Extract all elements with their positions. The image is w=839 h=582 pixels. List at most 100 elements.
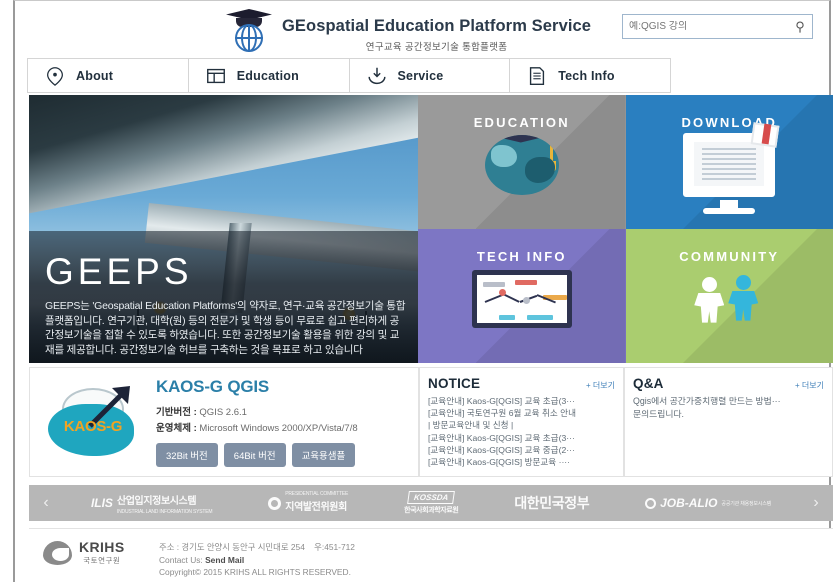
krihs-org-name: KRIHS [79, 539, 125, 555]
ilis-logo-icon: ILIS [90, 496, 113, 510]
chevron-left-icon[interactable]: ‹ [29, 494, 63, 512]
tile-education[interactable]: EDUCATION [418, 95, 626, 229]
location-pin-icon [44, 65, 66, 87]
bridge-photo-deck [29, 95, 418, 215]
qa-more-link[interactable]: + 더보기 [795, 380, 824, 391]
kaos-os-row: 운영체제 : Microsoft Windows 2000/XP/Vista/7… [156, 420, 358, 434]
kaos-download-buttons: 32Bit 버전 64Bit 버전 교육용샘플 [156, 443, 358, 467]
brand-text-block: GEospatial Education Platform Service 연구… [282, 5, 591, 53]
download-32bit-button[interactable]: 32Bit 버전 [156, 443, 218, 467]
kaos-os-value: Microsoft Windows 2000/XP/Vista/7/8 [199, 423, 358, 434]
hero-text-block: GEEPS GEEPS는 'Geospatial Education Platf… [45, 253, 408, 357]
download-sample-button[interactable]: 교육용샘플 [291, 443, 356, 467]
search-box[interactable]: ⚲ [622, 14, 813, 39]
partner-sub-regional: PRESIDENTIAL COMMITTEE [285, 491, 349, 497]
nav-label-tech-info: Tech Info [558, 68, 615, 83]
nav-item-education[interactable]: Education [189, 59, 350, 92]
middle-panels: KAOS-G KAOS-G QGIS 기반버전 : QGIS 2.6.1 운영체… [29, 367, 833, 477]
footer-contact-row: Contact Us: Send Mail [159, 554, 355, 567]
job-alio-logo-icon [645, 497, 657, 509]
tile-download[interactable]: DOWNLOAD [625, 95, 833, 229]
site-footer: KRIHS 국토연구원 주소 : 경기도 안양시 동안구 시민대로 254 우:… [29, 528, 833, 582]
tile-label-tech-info: TECH INFO [476, 249, 567, 264]
search-input[interactable] [623, 21, 788, 32]
partner-logo-list: ILIS 산업입지정보시스템 INDUSTRIAL LAND INFORMATI… [63, 491, 799, 515]
nav-label-about: About [76, 68, 114, 83]
kaos-base-version-value: QGIS 2.6.1 [199, 407, 247, 418]
page-root: GEospatial Education Platform Service 연구… [0, 0, 839, 582]
nav-label-education: Education [236, 68, 299, 83]
hero-description: GEEPS는 'Geospatial Education Platforms'의… [45, 300, 406, 356]
footer-copyright: Copyright© 2015 KRIHS ALL RIGHTS RESERVE… [159, 567, 351, 577]
kaos-os-label: 운영체제 : [156, 423, 197, 434]
list-item[interactable]: [교육안내] Kaos-G[QGIS] 교육 초급(3··· [428, 395, 615, 407]
kaos-g-panel: KAOS-G KAOS-G QGIS 기반버전 : QGIS 2.6.1 운영체… [29, 367, 419, 477]
tile-label-community: COMMUNITY [679, 249, 780, 264]
partner-kossda[interactable]: KOSSDA 한국사회과학자료원 [404, 491, 459, 515]
list-item[interactable]: [교육안내] Kaos-G[QGIS] 교육 초급(3··· [428, 432, 615, 444]
qa-item-line1[interactable]: Qgis에서 공간가중치행렬 만드는 방법··· [633, 395, 824, 408]
notice-more-link[interactable]: + 더보기 [586, 380, 615, 391]
nav-item-service[interactable]: Service [350, 59, 511, 92]
site-subtitle: 연구교육 공간정보기술 통합플랫폼 [365, 42, 508, 53]
krihs-text: KRIHS 국토연구원 [79, 539, 125, 566]
footer-zip: 우:451-712 [314, 542, 355, 552]
notice-list: [교육안내] Kaos-G[QGIS] 교육 초급(3··· [교육안내] 국토… [428, 395, 615, 468]
search-icon[interactable]: ⚲ [788, 15, 812, 38]
list-item[interactable]: | 방문교육안내 및 신청 | [428, 419, 615, 431]
chart-board-icon [471, 269, 572, 328]
kaos-base-version-label: 기반버전 : [156, 407, 197, 418]
monitor-document-icon [683, 121, 780, 214]
footer-address-label: 주소 : [159, 542, 180, 552]
layout-grid-icon [205, 65, 227, 87]
hero-and-tiles-band: GEEPS GEEPS는 'Geospatial Education Platf… [29, 95, 833, 363]
list-item[interactable]: [교육안내] Kaos-G[QGIS] 방문교육 ···· [428, 456, 615, 468]
partner-ilis[interactable]: ILIS 산업입지정보시스템 INDUSTRIAL LAND INFORMATI… [90, 491, 213, 515]
krihs-logo-block: KRIHS 국토연구원 [29, 539, 159, 566]
tile-tech-info[interactable]: TECH INFO [418, 229, 626, 363]
footer-address-row: 주소 : 경기도 안양시 동안구 시민대로 254 우:451-712 [159, 541, 355, 554]
partner-korea-government[interactable]: 대한민국정부 [514, 493, 589, 513]
download-64bit-button[interactable]: 64Bit 버전 [223, 443, 286, 467]
partner-name-ilis: 산업입지정보시스템 [116, 496, 197, 507]
partner-sub-job-alio: 공공기관 채용정보시스템 [721, 500, 772, 507]
krihs-logo-icon [43, 540, 72, 565]
graduation-cap-globe-icon [220, 5, 278, 53]
krihs-org-sub: 국토연구원 [83, 556, 121, 565]
nav-item-tech-info[interactable]: Tech Info [510, 59, 670, 92]
hero-title: GEEPS [45, 251, 193, 292]
partner-job-alio[interactable]: JOB-ALIO 공공기관 채용정보시스템 [645, 496, 771, 510]
qa-header: Q&A + 더보기 [633, 376, 824, 391]
partner-name-regional: 지역발전위원회 [285, 502, 347, 513]
chevron-right-icon[interactable]: › [799, 494, 833, 512]
two-people-icon [694, 274, 764, 323]
partner-logo-carousel: ‹ ILIS 산업입지정보시스템 INDUSTRIAL LAND INFORMA… [29, 485, 833, 521]
qa-item-line2[interactable]: 문의드립니다. [633, 408, 824, 421]
list-item[interactable]: [교육안내] Kaos-G[QGIS] 교육 중급(2··· [428, 444, 615, 456]
kaos-base-version-row: 기반버전 : QGIS 2.6.1 [156, 404, 358, 418]
browser-window-frame: GEospatial Education Platform Service 연구… [13, 0, 833, 582]
korea-government-logo-icon: 대한민국정부 [514, 495, 590, 511]
qa-title: Q&A [633, 376, 664, 391]
partner-regional-development[interactable]: PRESIDENTIAL COMMITTEE 지역발전위원회 [268, 491, 348, 515]
footer-send-mail-link[interactable]: Send Mail [205, 555, 244, 565]
kossda-logo-icon: KOSSDA [407, 491, 456, 504]
notice-title: NOTICE [428, 376, 481, 391]
kaos-info-block: KAOS-G QGIS 기반버전 : QGIS 2.6.1 운영체제 : Mic… [152, 377, 358, 467]
nav-label-service: Service [397, 68, 444, 83]
tile-community[interactable]: COMMUNITY [625, 229, 833, 363]
globe-graduation-cap-icon [484, 134, 559, 195]
regional-development-logo-icon [268, 496, 282, 510]
list-item[interactable]: [교육안내] 국토연구원 6월 교육 취소 안내 [428, 407, 615, 419]
document-icon [526, 65, 548, 87]
site-brand[interactable]: GEospatial Education Platform Service 연구… [220, 5, 591, 53]
partner-sub-ilis: INDUSTRIAL LAND INFORMATION SYSTEM [116, 509, 213, 515]
quick-link-tiles: EDUCATION DOWNLOAD TECH INFO COMMUNITY [418, 95, 833, 363]
download-tray-icon [366, 65, 388, 87]
notice-header: NOTICE + 더보기 [428, 376, 615, 391]
site-header: GEospatial Education Platform Service 연구… [15, 1, 829, 55]
nav-item-about[interactable]: About [28, 59, 189, 92]
footer-info: 주소 : 경기도 안양시 동안구 시민대로 254 우:451-712 Cont… [159, 539, 355, 579]
tile-label-education: EDUCATION [473, 115, 570, 130]
partner-name-kossda: 한국사회과학자료원 [404, 507, 459, 514]
